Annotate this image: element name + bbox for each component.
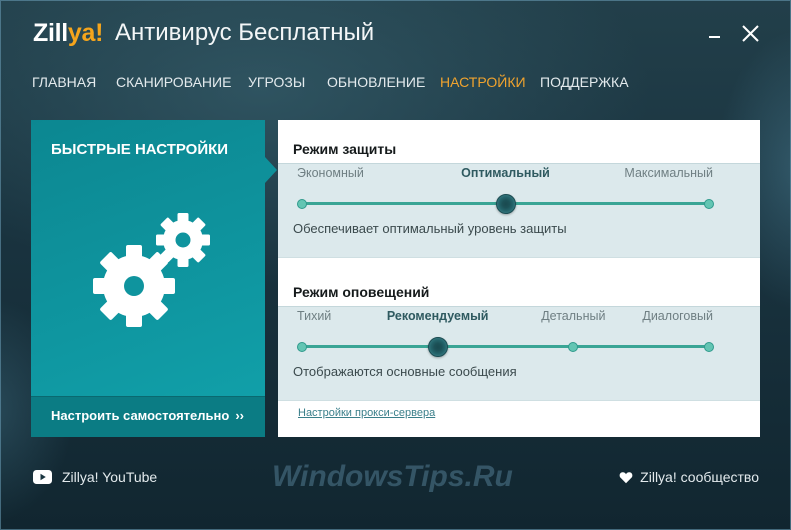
notification-level-detailed[interactable]: Детальный (541, 308, 605, 324)
customize-button[interactable]: Настроить самостоятельно ›› (31, 396, 265, 437)
community-link[interactable]: Zillya! сообщество (619, 468, 759, 486)
slider-knob[interactable] (427, 336, 448, 357)
protection-level-economy[interactable]: Экономный (297, 165, 364, 181)
close-button[interactable] (739, 22, 761, 44)
slider-track[interactable] (297, 193, 714, 214)
protection-mode-slider[interactable]: Экономный Оптимальный Максимальный (297, 164, 714, 214)
double-chevron-right-icon: ›› (235, 408, 244, 423)
app-logo: Zillya! (33, 18, 103, 48)
protection-mode-description: Обеспечивает оптимальный уровень защиты (293, 221, 567, 236)
nav-item-threats[interactable]: УГРОЗЫ (248, 73, 305, 91)
slider-step-marker[interactable] (704, 341, 714, 352)
notification-level-dialog[interactable]: Диалоговый (642, 308, 713, 324)
community-link-label: Zillya! сообщество (640, 469, 759, 485)
minimize-button[interactable] (704, 22, 726, 44)
watermark: WindowsTips.Ru (272, 460, 513, 493)
notification-mode-title: Режим оповещений (293, 284, 430, 300)
nav-item-support[interactable]: ПОДДЕРЖКА (540, 73, 629, 91)
logo-text-main: Zill (33, 19, 68, 47)
protection-level-optimal[interactable]: Оптимальный (461, 165, 550, 181)
notification-mode-description: Отображаются основные сообщения (293, 364, 517, 379)
notification-level-silent[interactable]: Тихий (297, 308, 331, 324)
customize-label-row: Настроить самостоятельно ›› (51, 397, 244, 434)
protection-mode-title: Режим защиты (293, 141, 397, 157)
app-window: Zillya! Антивирус Бесплатный ГЛАВНАЯ СКА… (0, 0, 791, 530)
nav-item-home[interactable]: ГЛАВНАЯ (32, 73, 96, 91)
slider-knob[interactable] (495, 193, 516, 214)
customize-label: Настроить самостоятельно (51, 408, 230, 423)
notification-mode-slider[interactable]: Тихий Рекомендуемый Детальный Диалоговый (297, 307, 714, 357)
youtube-link-label: Zillya! YouTube (62, 469, 158, 485)
slider-track[interactable] (297, 336, 714, 357)
panel-pointer-arrow (265, 157, 277, 183)
quick-settings-panel: БЫСТРЫЕ НАСТРОЙКИ Настроить самостоятель… (31, 120, 277, 437)
notification-level-recommended[interactable]: Рекомендуемый (387, 308, 489, 324)
protection-mode-band: Экономный Оптимальный Максимальный Обесп… (278, 163, 760, 258)
slider-step-marker[interactable] (297, 341, 307, 352)
nav-item-update[interactable]: ОБНОВЛЕНИЕ (327, 73, 425, 91)
minimize-icon (709, 36, 720, 38)
close-icon (742, 25, 759, 42)
logo-text-accent: ya! (67, 19, 104, 47)
protection-level-maximum[interactable]: Максимальный (624, 165, 713, 181)
youtube-icon (33, 470, 52, 484)
gears-icon (93, 213, 210, 327)
settings-panel: Режим защиты Экономный Оптимальный Макси… (278, 120, 760, 437)
app-title: Антивирус Бесплатный (115, 19, 375, 46)
slider-step-marker[interactable] (297, 198, 307, 209)
notification-mode-band: Тихий Рекомендуемый Детальный Диалоговый… (278, 306, 760, 401)
proxy-settings-link[interactable]: Настройки прокси-сервера (298, 405, 435, 421)
slider-step-marker[interactable] (568, 341, 579, 352)
nav-item-settings[interactable]: НАСТРОЙКИ (440, 73, 526, 91)
youtube-link[interactable]: Zillya! YouTube (33, 468, 157, 486)
slider-step-marker[interactable] (704, 198, 714, 209)
nav-item-scan[interactable]: СКАНИРОВАНИЕ (116, 73, 231, 91)
heart-icon (619, 471, 633, 483)
